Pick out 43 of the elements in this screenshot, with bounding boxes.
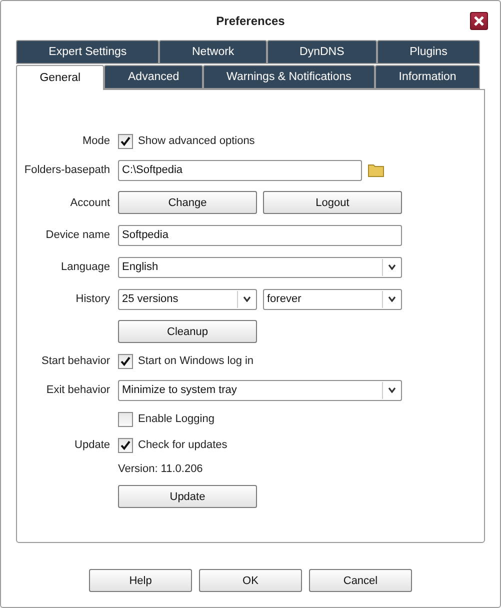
checkbox[interactable] [118,134,133,148]
field-label: Device name [44,229,110,241]
action-button[interactable]: Logout [263,191,402,214]
field-label: Update [74,439,110,451]
tab[interactable]: Plugins [376,40,480,64]
field-label: Exit behavior [45,384,110,396]
dialog-button[interactable]: Cancel [309,569,412,592]
checkbox-label: Show advanced options [138,135,255,147]
dropdown[interactable]: English [118,256,402,278]
close-icon [473,15,485,27]
checkbox-label: Check for updates [138,439,228,451]
window-title: Preferences [216,14,285,28]
dialog-button[interactable]: OK [199,569,302,592]
field-label: Start behavior [40,355,110,367]
tab[interactable]: Expert Settings [16,40,160,64]
folder-icon[interactable] [368,163,384,177]
dropdown[interactable]: Minimize to system tray [118,380,402,400]
field-label: Account [69,196,110,208]
tab[interactable]: Advanced [104,65,203,89]
path-field[interactable]: C:\Softpedia [118,160,362,180]
action-button[interactable]: Update [118,485,257,508]
dropdown[interactable]: 25 versions [118,288,257,310]
tab[interactable]: Network [159,40,267,64]
close-button[interactable] [470,12,488,30]
checkbox[interactable] [118,354,133,368]
checkbox-label: Enable Logging [138,413,214,425]
text-field[interactable]: Softpedia [118,224,402,246]
field-label: History [74,293,110,305]
checkbox[interactable] [118,412,133,426]
field-label: Language [60,261,110,273]
field-label: Folders-basepath [23,164,110,176]
action-button[interactable]: Change [118,191,257,214]
version-text: Version: 11.0.206 [118,463,203,475]
action-button[interactable]: Cleanup [118,320,257,343]
tab[interactable]: DynDNS [266,40,377,64]
checkbox-label: Start on Windows log in [138,355,254,367]
dropdown[interactable]: forever [263,288,402,310]
dialog-button[interactable]: Help [89,569,192,592]
tab[interactable]: Warnings & Notifications [202,65,376,89]
tab[interactable]: Information [375,65,480,89]
checkbox[interactable] [118,438,133,452]
tab[interactable]: General [16,65,104,90]
field-label: Mode [81,135,110,147]
